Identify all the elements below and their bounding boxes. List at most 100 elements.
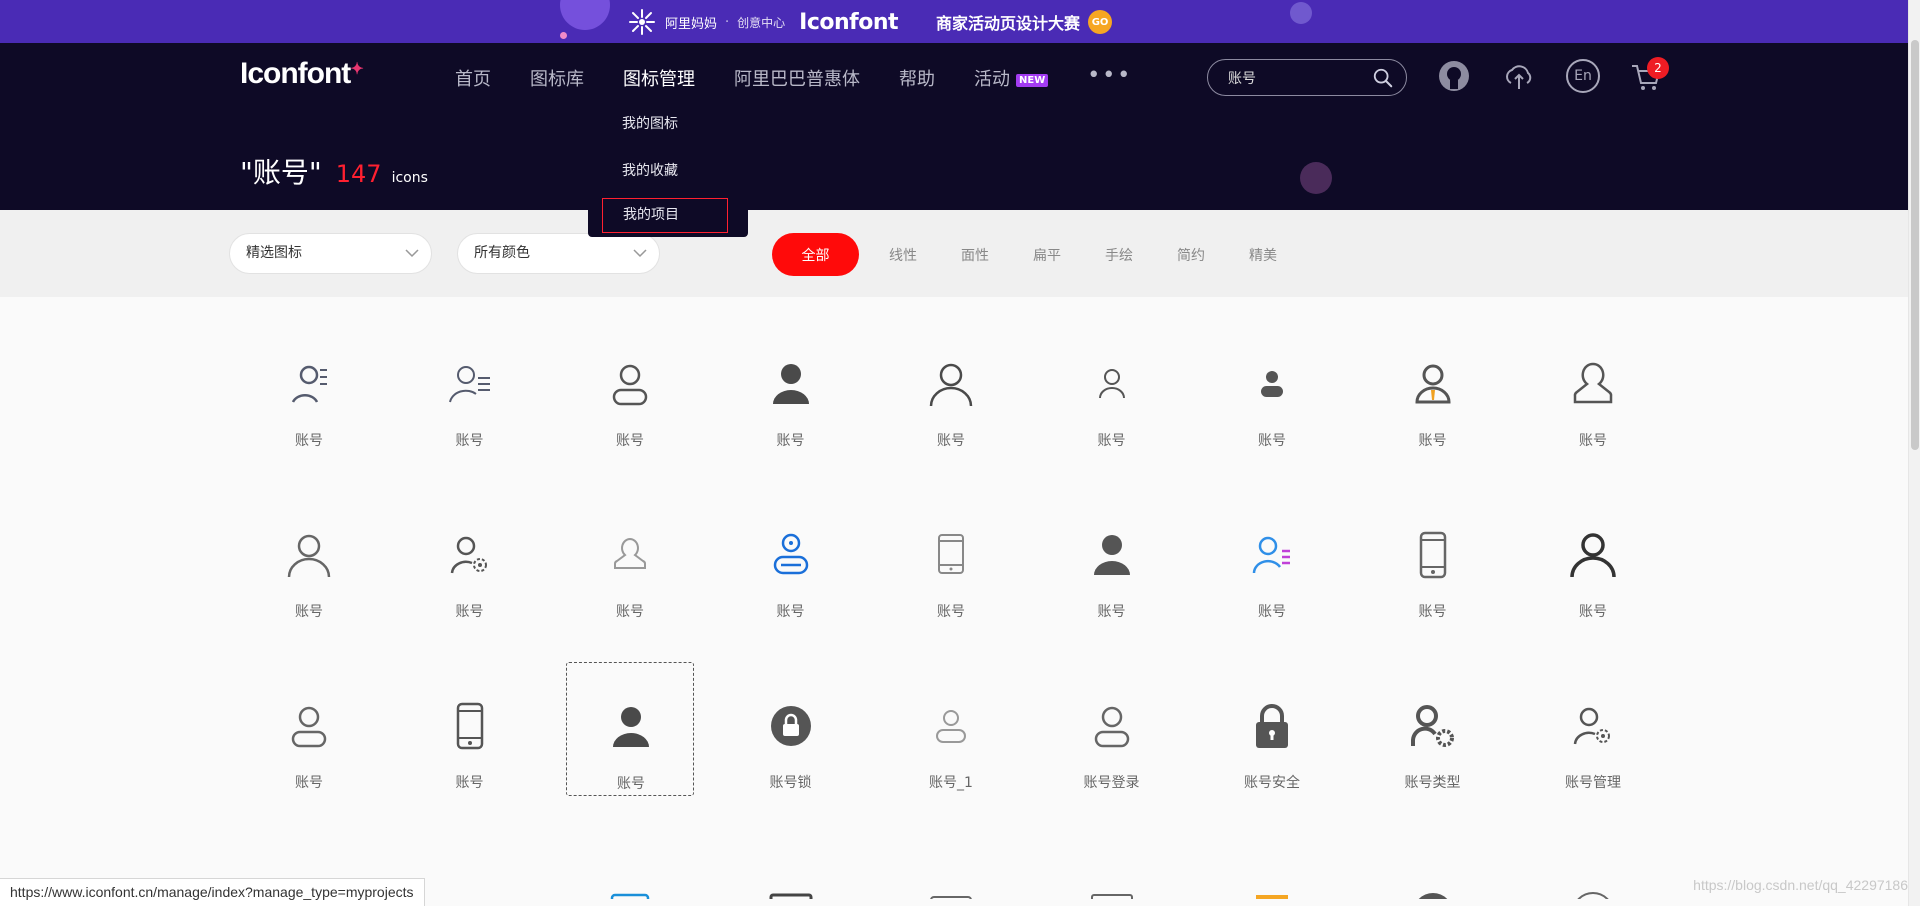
icon-card-label: 账号 <box>455 604 484 620</box>
scrollbar-thumb[interactable] <box>1911 40 1919 450</box>
icon-card[interactable]: 账号 <box>406 491 534 625</box>
icon-card-label: 账号 <box>1418 604 1447 620</box>
nav-icon-management[interactable]: 图标管理 <box>623 65 695 91</box>
promo-go-button[interactable]: GO <box>1088 10 1113 34</box>
icon-card[interactable]: 账号_1 <box>887 662 1015 796</box>
icon-card[interactable] <box>887 833 1015 899</box>
icon-card[interactable]: 账号管理 <box>1529 662 1657 796</box>
search-icon[interactable] <box>1372 67 1394 89</box>
promo-banner[interactable]: 阿里妈妈 · 创意中心 Iconfont 商家活动页设计大赛 GO <box>0 0 1908 43</box>
icon-card[interactable]: 账号 <box>1048 320 1176 454</box>
icon-card[interactable] <box>1369 833 1497 899</box>
more-menu-icon[interactable]: ••• <box>1087 63 1132 88</box>
menu-my-icons[interactable]: 我的图标 <box>622 113 678 133</box>
icon-card[interactable]: 账号 <box>887 491 1015 625</box>
icon-card-label: 账号 <box>616 433 644 449</box>
icon-card-label: 账号 <box>1097 604 1126 620</box>
padlock-icon <box>1256 704 1288 748</box>
color-value: 所有颜色 <box>474 245 530 261</box>
menu-my-favorites[interactable]: 我的收藏 <box>622 160 678 180</box>
result-unit: icons <box>391 170 428 186</box>
icon-card[interactable]: 账号 <box>727 491 855 625</box>
nav-activity-label: 活动 <box>974 69 1010 90</box>
icon-card[interactable]: 账号 <box>566 491 694 625</box>
nav-home[interactable]: 首页 <box>455 65 491 91</box>
tab-simple[interactable]: 简约 <box>1177 245 1205 265</box>
icon-card[interactable]: 账号 <box>245 491 373 625</box>
nav-puhuiti-font[interactable]: 阿里巴巴普惠体 <box>734 65 860 91</box>
user-gear-bold-icon <box>1410 705 1454 747</box>
icon-card[interactable]: 账号 <box>1529 320 1657 454</box>
icon-card[interactable]: 账号 <box>406 320 534 454</box>
nav-help[interactable]: 帮助 <box>899 65 935 91</box>
tab-linear[interactable]: 线性 <box>889 245 917 265</box>
icon-card-label: 账号 <box>937 604 965 620</box>
icon-card-label: 账号锁 <box>769 775 812 791</box>
user-bold-icon <box>1570 533 1616 578</box>
icon-card[interactable]: 账号 <box>245 320 373 454</box>
new-badge: NEW <box>1016 73 1049 87</box>
watermark: https://blog.csdn.net/qq_42297186 <box>1693 877 1908 893</box>
icon-card[interactable] <box>727 833 855 899</box>
icon-card[interactable]: 账号 <box>1369 491 1497 625</box>
tab-hand-drawn[interactable]: 手绘 <box>1105 245 1133 265</box>
user-gear-icon <box>450 536 487 574</box>
icon-card[interactable]: 账号 <box>1208 320 1336 454</box>
site-header: Iconfont✦ 首页 图标库 图标管理 阿里巴巴普惠体 帮助 活动 NEW •… <box>0 43 1908 210</box>
icon-card[interactable] <box>1529 833 1657 899</box>
icon-card-label: 账号类型 <box>1404 775 1461 791</box>
icon-card[interactable]: 账号类型 <box>1369 662 1497 796</box>
user-blue-icon <box>773 533 808 575</box>
color-select[interactable]: 所有颜色 <box>457 233 660 274</box>
site-logo[interactable]: Iconfont✦ <box>240 57 364 91</box>
icon-card[interactable]: 账号 <box>1529 491 1657 625</box>
icon-card[interactable]: 账号 <box>1208 491 1336 625</box>
nav-activity[interactable]: 活动 NEW <box>974 65 1049 91</box>
icon-card[interactable]: 账号 <box>406 662 534 796</box>
icon-card-label: 账号 <box>776 433 805 449</box>
icon-card[interactable]: 账号 <box>727 320 855 454</box>
search-query: "账号" <box>240 156 322 189</box>
icon-card-label: 账号 <box>455 433 484 449</box>
tab-solid[interactable]: 面性 <box>961 245 989 265</box>
card-blue-icon <box>610 893 650 899</box>
icon-card-label: 账号管理 <box>1565 775 1621 791</box>
icon-card[interactable] <box>566 833 694 899</box>
user-tie-icon <box>1414 364 1451 404</box>
user-thin-icon <box>287 534 331 578</box>
decor-dot <box>1300 162 1332 194</box>
search-input[interactable] <box>1228 60 1368 95</box>
user-thin-icon <box>929 363 973 407</box>
decor-bubble <box>560 32 567 39</box>
user-small-filled-icon <box>1261 371 1283 397</box>
icon-card[interactable]: 账号 <box>887 320 1015 454</box>
icon-card[interactable]: 账号 <box>566 662 694 796</box>
tab-exquisite[interactable]: 精美 <box>1249 245 1277 265</box>
icon-card[interactable]: 账号锁 <box>727 662 855 796</box>
icon-card-label: 账号 <box>295 604 323 620</box>
github-icon[interactable] <box>1437 59 1471 93</box>
grid-circle-icon <box>1418 893 1447 899</box>
icon-card[interactable]: 账号 <box>1369 320 1497 454</box>
filter-bar: 精选图标 所有颜色 全部 线性 面性 扁平 手绘 简约 精美 <box>0 210 1908 297</box>
icon-card[interactable]: 账号 <box>245 662 373 796</box>
language-switch-button[interactable]: En <box>1566 59 1600 93</box>
tab-all[interactable]: 全部 <box>772 233 859 276</box>
decor-bubble <box>1290 2 1312 24</box>
upload-cloud-icon[interactable] <box>1502 59 1536 93</box>
icon-card[interactable]: 账号 <box>1048 491 1176 625</box>
user-outline-icon <box>1094 706 1129 748</box>
icon-type-select[interactable]: 精选图标 <box>229 233 432 274</box>
icon-card[interactable]: 账号登录 <box>1048 662 1176 796</box>
icon-card[interactable]: 账号 <box>566 320 694 454</box>
icon-card[interactable]: 账号安全 <box>1208 662 1336 796</box>
nav-icon-library[interactable]: 图标库 <box>530 65 584 91</box>
menu-my-projects[interactable]: 我的项目 <box>602 198 728 233</box>
icon-card[interactable] <box>1208 833 1336 899</box>
page-scrollbar[interactable] <box>1908 0 1920 906</box>
warning-icon <box>1256 895 1288 899</box>
tab-flat[interactable]: 扁平 <box>1033 245 1061 265</box>
icon-card[interactable] <box>1048 833 1176 899</box>
lock-circle-icon <box>770 706 811 746</box>
icon-card-label: 账号 <box>1579 433 1607 449</box>
